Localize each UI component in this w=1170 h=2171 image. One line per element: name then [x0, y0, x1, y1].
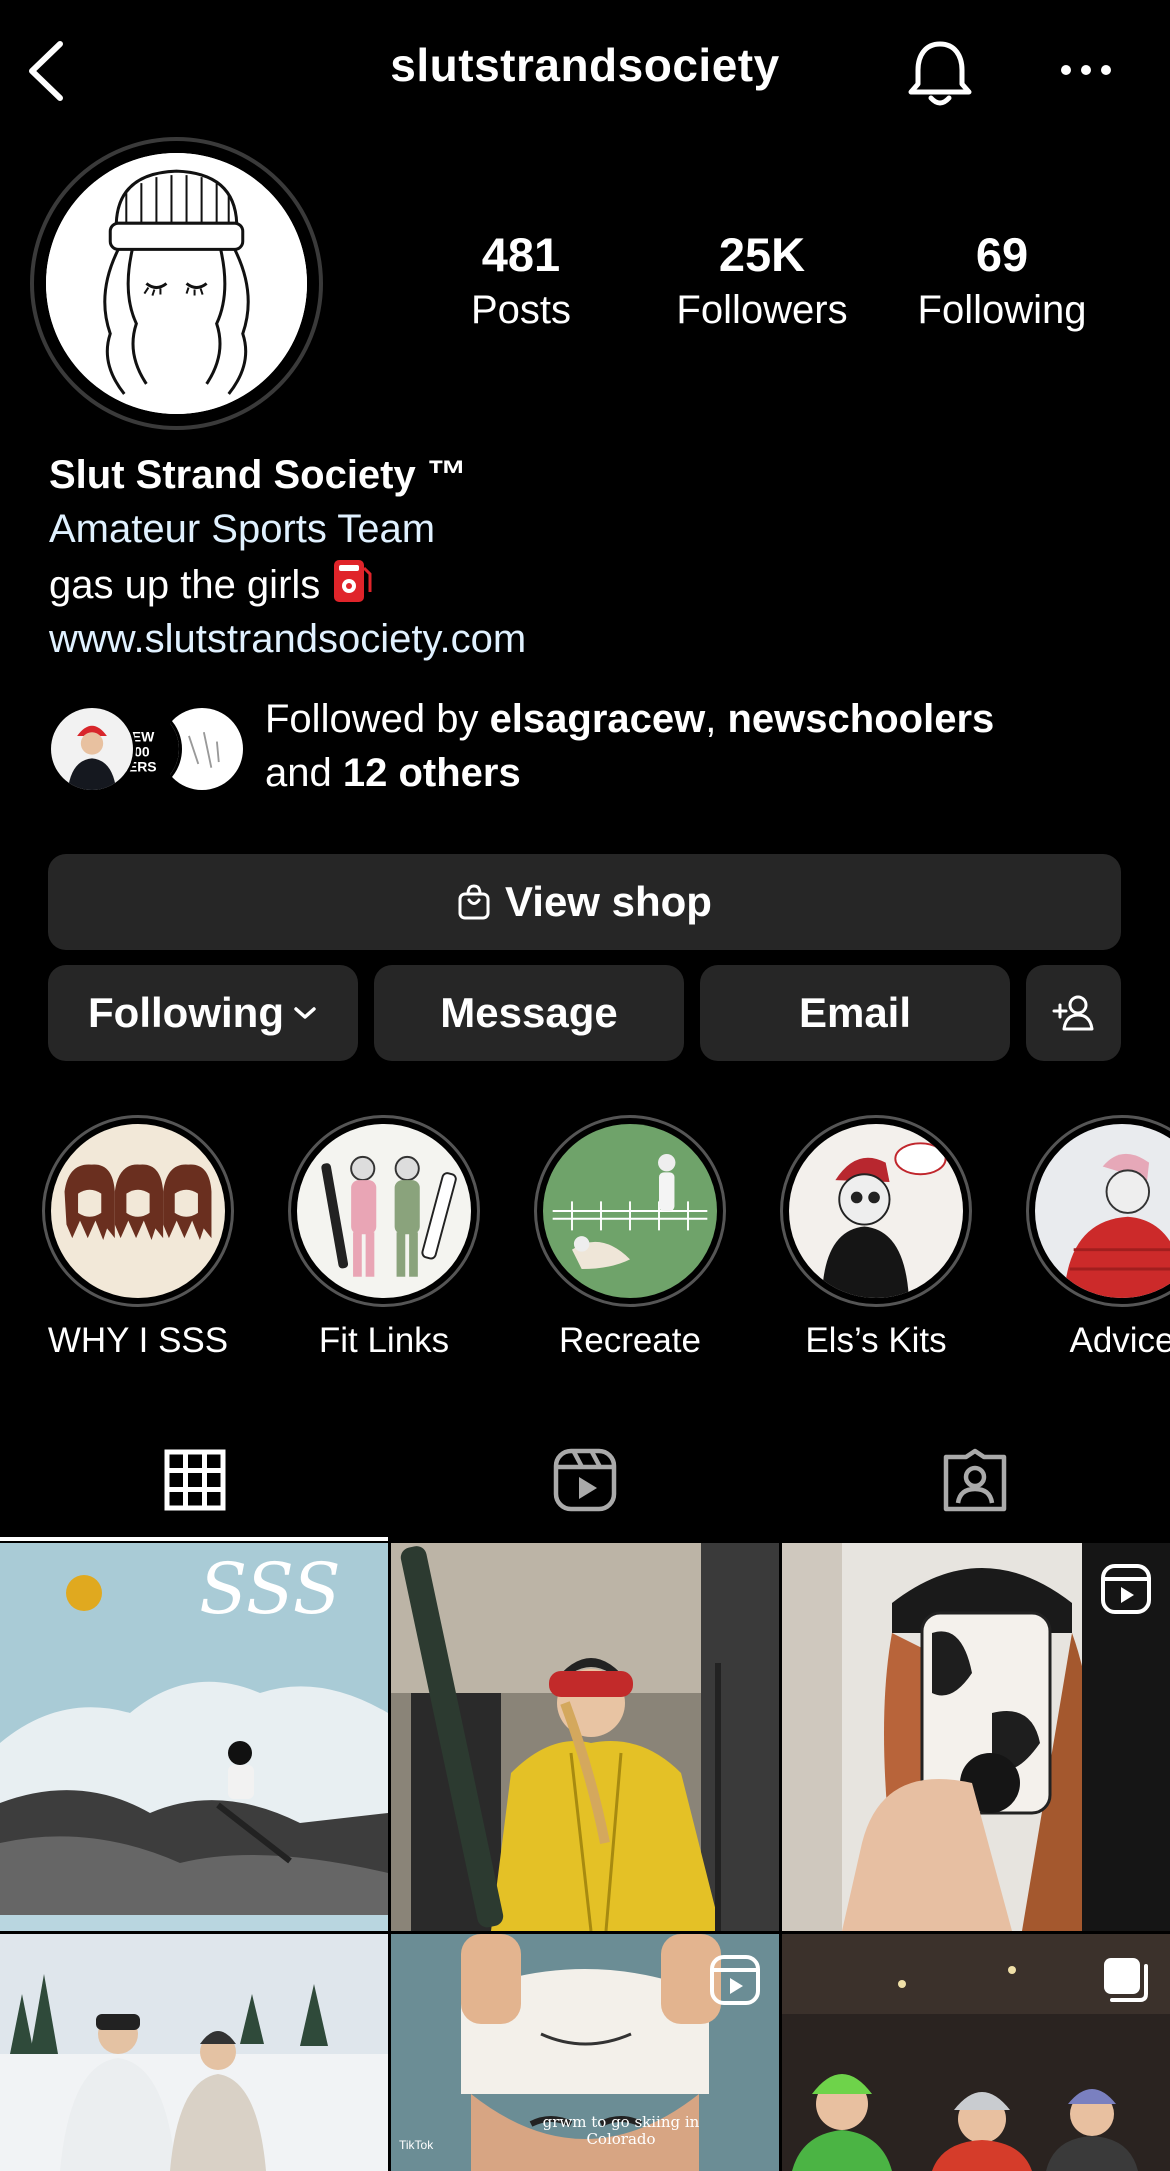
tagged-icon [943, 1448, 1007, 1512]
email-button-label: Email [798, 989, 912, 1036]
highlight-ring [1026, 1115, 1170, 1307]
tab-posts-grid[interactable] [0, 1420, 390, 1540]
highlight-ring [780, 1115, 972, 1307]
mutual-follower-2[interactable]: newschoolers [728, 697, 995, 741]
highlight-label: Els’s Kits [805, 1321, 947, 1360]
bell-icon[interactable] [905, 36, 975, 108]
post-thumbnail[interactable]: grwm to go skiing in Colorado TikTok [391, 1934, 779, 2171]
highlight-label: Recreate [558, 1321, 702, 1360]
profile-category: Amateur Sports Team [49, 507, 436, 551]
stat-following-count: 69 [975, 228, 1029, 281]
post-thumbnail[interactable] [782, 1934, 1170, 2171]
tab-reels[interactable] [390, 1420, 780, 1540]
message-button-label: Message [440, 989, 618, 1036]
highlight-why-i-sss[interactable]: WHY I SSS [15, 1115, 261, 1361]
followed-by-prefix: Followed by [265, 697, 490, 741]
stat-followers[interactable]: 25K Followers [652, 225, 872, 335]
carousel-icon [1104, 1958, 1148, 2002]
highlight-cover [1035, 1124, 1170, 1298]
stat-following-label: Following [917, 288, 1087, 332]
profile-header: slutstrandsociety [0, 0, 1170, 140]
highlight-cover [51, 1124, 225, 1298]
followed-by-and: and [265, 751, 343, 795]
profile-tabs [0, 1420, 1170, 1540]
message-button[interactable]: Message [374, 965, 684, 1061]
highlight-label: Advice [1069, 1321, 1170, 1360]
bio-text-line: gas up the girls [49, 556, 526, 612]
following-button-label: Following [88, 989, 284, 1036]
reel-icon [1101, 1564, 1151, 1614]
avatar-image [46, 153, 307, 414]
post-thumbnail[interactable] [782, 1543, 1170, 1931]
grid-icon [164, 1449, 226, 1511]
reel-icon [710, 1955, 760, 2005]
bio-text: gas up the girls [49, 563, 321, 607]
stat-posts-label: Posts [470, 288, 572, 332]
highlight-ring [42, 1115, 234, 1307]
mutual-followers-others[interactable]: 12 others [343, 751, 521, 795]
highlight-cover [543, 1124, 717, 1298]
post-thumbnail[interactable] [0, 1934, 388, 2171]
stat-posts[interactable]: 481 Posts [411, 225, 631, 335]
avatar [48, 705, 136, 793]
highlight-fit-links[interactable]: Fit Links [261, 1115, 507, 1361]
reels-icon [553, 1448, 617, 1512]
more-horizontal-icon[interactable] [1058, 55, 1114, 85]
shopping-bag-icon [458, 884, 490, 920]
profile-avatar[interactable] [30, 137, 323, 430]
svg-text:SSS: SSS [199, 1548, 340, 1630]
fuel-pump-icon [334, 560, 372, 602]
followed-by-text[interactable]: Followed by elsagracew, newschoolers and … [265, 692, 1145, 800]
post-caption-overlay: grwm to go skiing in Colorado [542, 2113, 700, 2148]
followed-by-separator: , [705, 697, 728, 741]
highlight-recreate[interactable]: Recreate [507, 1115, 753, 1361]
view-shop-label: View shop [505, 878, 712, 925]
tab-active-indicator [0, 1537, 388, 1541]
stat-followers-label: Followers [676, 288, 848, 332]
post-thumbnail[interactable]: SSS [0, 1543, 388, 1931]
tiktok-watermark: TikTok [399, 2138, 434, 2152]
stat-following[interactable]: 69 Following [892, 225, 1112, 335]
stat-followers-count: 25K [718, 228, 806, 281]
highlight-ring [534, 1115, 726, 1307]
post-thumbnail[interactable] [391, 1543, 779, 1931]
highlight-label: WHY I SSS [47, 1321, 229, 1360]
email-button[interactable]: Email [700, 965, 1010, 1061]
stat-posts-count: 481 [481, 228, 561, 281]
profile-display-name: Slut Strand Society ™ [49, 453, 467, 497]
highlight-cover [297, 1124, 471, 1298]
mutual-follower-1[interactable]: elsagracew [490, 697, 706, 741]
highlight-ring [288, 1115, 480, 1307]
highlight-elss-kits[interactable]: Els’s Kits [753, 1115, 999, 1361]
highlight-label: Fit Links [318, 1321, 450, 1360]
suggested-accounts-button[interactable] [1026, 965, 1121, 1061]
view-shop-button[interactable]: View shop [48, 854, 1121, 950]
highlight-cover [789, 1124, 963, 1298]
highlight-advice[interactable]: Advice [999, 1115, 1170, 1361]
profile-website-link[interactable]: www.slutstrandsociety.com [49, 612, 526, 666]
tab-tagged[interactable] [780, 1420, 1170, 1540]
profile-username: slutstrandsociety [390, 39, 780, 91]
add-user-icon [1052, 995, 1093, 1031]
chevron-down-icon [294, 1007, 316, 1019]
profile-bio: Slut Strand Society ™ Amateur Sports Tea… [49, 448, 526, 666]
mutual-followers-avatars[interactable]: NEW 100 LERS [48, 705, 248, 795]
following-button[interactable]: Following [48, 965, 358, 1061]
